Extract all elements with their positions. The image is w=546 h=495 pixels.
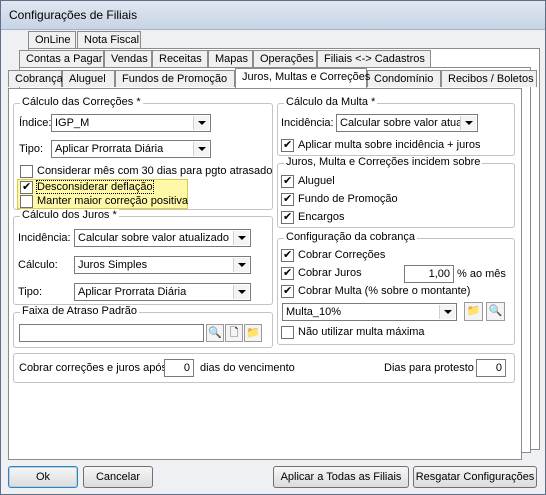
tipo-select[interactable]: Aplicar Prorrata Diária	[51, 140, 211, 158]
tab-vendas[interactable]: Vendas	[104, 50, 152, 67]
dias-protesto-input[interactable]: 0	[476, 359, 506, 377]
new-document-icon[interactable]: 🗋	[225, 324, 243, 342]
fundo-promocao-checkbox[interactable]: Fundo de Promoção	[281, 192, 431, 207]
dias-protesto-label: Dias para protesto	[384, 362, 474, 374]
mes30-checkbox[interactable]: Considerar mês com 30 dias para pgto atr…	[20, 165, 272, 179]
chevron-down-icon	[460, 116, 476, 130]
maior-correcao-checkbox[interactable]: Manter maior correção positiva	[20, 195, 188, 209]
group-config-cobranca: Configuração da cobrança Cobrar Correçõe…	[277, 231, 515, 345]
juros-incidencia-select[interactable]: Calcular sobre valor atualizado	[74, 229, 251, 247]
aplicar-todas-button[interactable]: Aplicar a Todas as Filiais	[273, 466, 409, 488]
group-vencimento: Cobrar correções e juros após 0 dias do …	[13, 353, 515, 383]
tab-mapas[interactable]: Mapas	[208, 50, 253, 67]
title-bar: Configurações de Filiais	[1, 1, 545, 30]
juros-unit-label: % ao mês	[457, 268, 506, 280]
tipo-label: Tipo:	[18, 286, 43, 298]
group-title: Cálculo dos Juros *	[20, 209, 119, 221]
dias-vencimento-label: dias do vencimento	[200, 362, 295, 374]
resgatar-config-button[interactable]: Resgatar Configurações	[413, 466, 537, 488]
multa-select[interactable]: Multa_10%	[282, 303, 457, 321]
tab-receitas[interactable]: Receitas	[152, 50, 208, 67]
cobrar-juros-checkbox[interactable]: Cobrar Juros	[281, 266, 381, 281]
group-title: Juros, Multa e Correções incidem sobre	[284, 156, 483, 168]
group-title: Faixa de Atraso Padrão	[20, 305, 139, 317]
cobrar-multa-checkbox[interactable]: Cobrar Multa (% sobre o montante)	[281, 284, 470, 299]
group-calculo-multa: Cálculo da Multa * Incidência: Calcular …	[277, 96, 515, 156]
faixa-atraso-input[interactable]	[19, 324, 204, 342]
tab-condominio[interactable]: Condomínio	[367, 70, 441, 87]
juros-calculo-select[interactable]: Juros Simples	[74, 256, 251, 274]
juros-tipo-select[interactable]: Aplicar Prorrata Diária	[74, 283, 251, 301]
chevron-down-icon	[193, 116, 209, 130]
tab-fundos-de-promocao[interactable]: Fundos de Promoção	[115, 70, 235, 87]
tab-operacoes[interactable]: Operações	[253, 50, 317, 67]
aplicar-multa-checkbox[interactable]: Aplicar multa sobre incidência + juros	[281, 138, 511, 153]
chevron-down-icon	[233, 258, 249, 272]
group-faixa-atraso: Faixa de Atraso Padrão 🔍 🗋 📁	[13, 305, 273, 348]
binoculars-icon[interactable]: 🔍	[206, 324, 224, 342]
chevron-down-icon	[233, 285, 249, 299]
nao-multa-maxima-checkbox[interactable]: Não utilizar multa máxima	[281, 326, 441, 340]
tab-cobranca[interactable]: Cobrança	[8, 70, 63, 87]
tab-nota-fiscal[interactable]: Nota Fiscal	[77, 31, 141, 48]
group-title: Cálculo da Multa *	[284, 96, 378, 108]
chevron-down-icon	[193, 142, 209, 156]
tab-aluguel[interactable]: Aluguel	[62, 70, 115, 87]
group-title: Configuração da cobrança	[284, 231, 418, 243]
group-incidem-sobre: Juros, Multa e Correções incidem sobre A…	[277, 156, 515, 228]
tab-filiais-cadastros[interactable]: Filiais <-> Cadastros	[317, 50, 431, 67]
tab-contas-a-pagar[interactable]: Contas a Pagar	[19, 50, 104, 67]
encargos-checkbox[interactable]: Encargos	[281, 210, 431, 225]
deflacao-checkbox[interactable]: Desconsiderar deflação	[20, 180, 180, 195]
window-title: Configurações de Filiais	[9, 8, 138, 22]
folder-icon[interactable]: 📁	[244, 324, 262, 342]
indice-label: Índice:	[19, 117, 52, 129]
tipo-label: Tipo:	[19, 143, 44, 155]
incidencia-label: Incidência:	[18, 232, 71, 244]
config-window: Configurações de Filiais OnLine Nota Fis…	[0, 0, 546, 495]
cobrar-apos-input[interactable]: 0	[164, 359, 194, 377]
chevron-down-icon	[233, 231, 249, 245]
tab-juros-multas-correcoes[interactable]: Juros, Multas e Correções	[235, 68, 370, 88]
multa-incidencia-select[interactable]: Calcular sobre valor atuali	[336, 114, 478, 132]
folder-icon[interactable]: 📁	[464, 302, 483, 321]
aluguel-checkbox[interactable]: Aluguel	[281, 174, 431, 189]
incidencia-label: Incidência:	[281, 117, 334, 129]
binoculars-icon[interactable]: 🔍	[486, 302, 505, 321]
tab-panel-juros: Cálculo das Correções * Índice: IGP_M Ti…	[8, 88, 522, 460]
indice-select[interactable]: IGP_M	[51, 114, 211, 132]
chevron-down-icon	[439, 305, 455, 319]
tab-online[interactable]: OnLine	[28, 31, 76, 48]
group-title: Cálculo das Correções *	[20, 96, 143, 108]
calculo-label: Cálculo:	[18, 259, 58, 271]
cobrar-correcoes-checkbox[interactable]: Cobrar Correções	[281, 248, 431, 263]
group-calculo-juros: Cálculo dos Juros * Incidência: Calcular…	[13, 209, 273, 305]
cobrar-apos-label: Cobrar correções e juros após	[19, 362, 167, 374]
juros-percent-input[interactable]: 1,00	[404, 265, 454, 283]
ok-button[interactable]: Ok	[8, 466, 78, 488]
group-calculo-correcoes: Cálculo das Correções * Índice: IGP_M Ti…	[13, 96, 273, 210]
tab-recibos-boletos[interactable]: Recibos / Boletos	[441, 70, 537, 87]
cancel-button[interactable]: Cancelar	[83, 466, 153, 488]
